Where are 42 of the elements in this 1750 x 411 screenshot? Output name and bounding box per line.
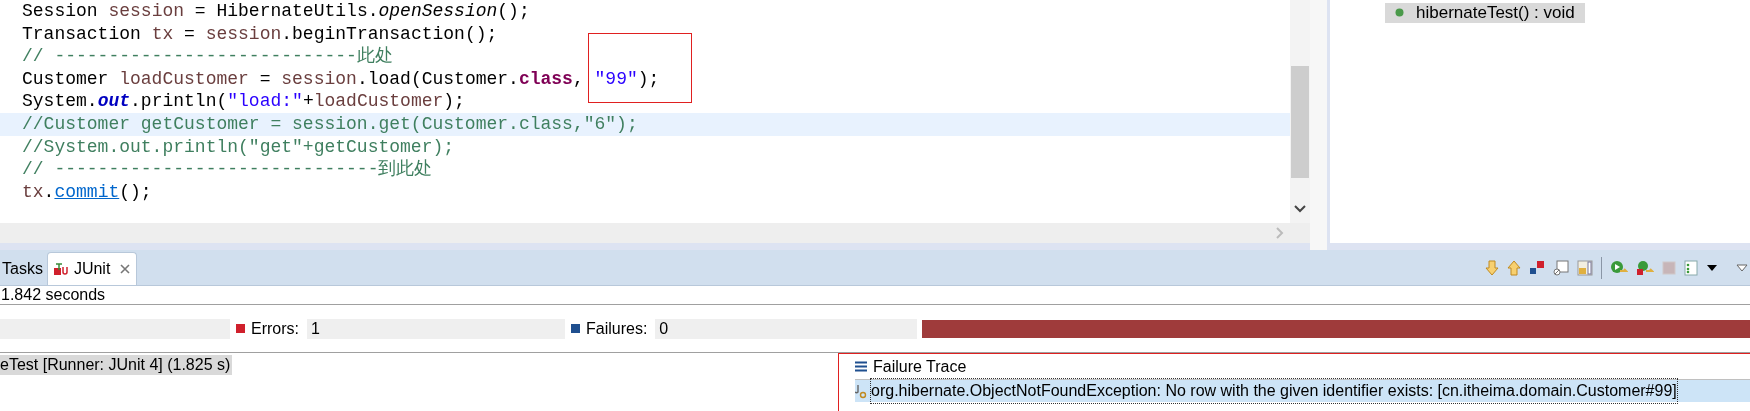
arrow-up-icon[interactable] — [1507, 259, 1521, 276]
code-line: tx.commit(); — [21, 180, 153, 204]
code-line: Transaction tx = session.beginTransaction(); — [21, 22, 499, 46]
trace-row[interactable]: org.hibernate.ObjectNotFoundException: No row with the given identifier exists: [cn.itheima.domain.Customer#99] — [855, 380, 1750, 402]
exception-icon — [855, 383, 867, 399]
scrollbar-thumb[interactable] — [1291, 66, 1309, 178]
failures-icon — [571, 324, 580, 333]
layout-icon[interactable] — [1577, 259, 1593, 276]
scrollbar[interactable] — [1290, 0, 1310, 223]
code-line: //System.out.println("get"+getCustomer); — [21, 135, 456, 159]
scroll-lock-icon[interactable] — [1553, 259, 1569, 276]
chevron-right-icon[interactable] — [1276, 227, 1284, 239]
tab[interactable]: Tasks — [0, 252, 45, 285]
code-line: // ----------------------------此处 — [21, 45, 394, 68]
view-menu-icon[interactable] — [1736, 263, 1748, 272]
rerun-failed-icon[interactable] — [1636, 259, 1654, 276]
tree-item[interactable]: eTest [Runner: JUnit 4] (1.825 s) — [0, 355, 233, 375]
close-icon[interactable] — [120, 264, 131, 274]
stop-icon[interactable] — [1662, 260, 1676, 275]
failures-filter-icon[interactable] — [1529, 259, 1545, 276]
counter-value: 1 — [307, 318, 565, 339]
tab[interactable]: JUnit — [46, 252, 138, 285]
chevron-down-icon[interactable] — [1294, 205, 1306, 213]
arrow-down-icon[interactable] — [1485, 259, 1499, 276]
list-icon — [855, 361, 867, 372]
junit-icon — [53, 262, 70, 276]
history-icon[interactable] — [1684, 259, 1698, 276]
method-icon — [1395, 8, 1404, 17]
code-line: Customer loadCustomer = session.load(Customer.class, "99"); — [21, 67, 661, 91]
dropdown-icon[interactable] — [1706, 263, 1718, 272]
code-line: // ------------------------------到此处 — [21, 158, 434, 181]
elapsed-time: 1.842 seconds — [1, 286, 106, 303]
counter-label: Failures: — [586, 318, 648, 339]
code-line: System.out.println("load:"+loadCustomer); — [21, 90, 466, 113]
counter-label: Errors: — [251, 318, 299, 339]
outline-item[interactable]: hibernateTest() : void — [1385, 2, 1585, 23]
code-line: Session session = HibernateUtils.openSession(); — [21, 0, 531, 23]
horizontal-scrollbar[interactable] — [0, 223, 1310, 243]
rerun-icon[interactable] — [1610, 259, 1628, 276]
panel-title: Failure Trace — [873, 356, 967, 377]
errors-icon — [236, 324, 245, 333]
counter-value: 0 — [655, 318, 918, 339]
